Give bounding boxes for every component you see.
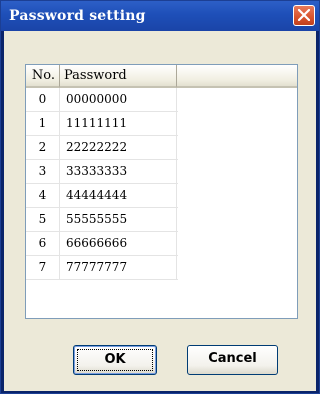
row-password: 66666666 [60, 232, 177, 255]
table-row[interactable]: 1 11111111 [26, 112, 178, 136]
password-setting-dialog: Password setting No. Password 0 00000000… [0, 0, 320, 394]
row-number: 6 [26, 232, 60, 255]
table-row[interactable]: 6 66666666 [26, 232, 178, 256]
row-number: 4 [26, 184, 60, 207]
row-number: 2 [26, 136, 60, 159]
row-password: 11111111 [60, 112, 177, 135]
password-list[interactable]: No. Password 0 00000000 1 11111111 2 222… [25, 64, 298, 319]
row-password: 77777777 [60, 256, 177, 279]
cancel-button[interactable]: Cancel [187, 345, 278, 375]
ok-button-label: OK [77, 349, 153, 371]
list-rows: 0 00000000 1 11111111 2 22222222 3 33333… [26, 88, 178, 280]
row-password: 44444444 [60, 184, 177, 207]
row-number: 0 [26, 88, 60, 111]
close-icon [298, 9, 310, 21]
close-button[interactable] [293, 5, 315, 26]
row-number: 1 [26, 112, 60, 135]
row-password: 22222222 [60, 136, 177, 159]
window-title: Password setting [9, 8, 146, 24]
row-number: 3 [26, 160, 60, 183]
row-password: 00000000 [60, 88, 177, 111]
row-number: 7 [26, 256, 60, 279]
column-header-filler [177, 65, 297, 88]
row-password: 55555555 [60, 208, 177, 231]
title-bar[interactable]: Password setting [1, 1, 319, 31]
table-row[interactable]: 7 77777777 [26, 256, 178, 280]
column-header-no[interactable]: No. [26, 65, 60, 88]
dialog-body: No. Password 0 00000000 1 11111111 2 222… [4, 31, 316, 391]
row-number: 5 [26, 208, 60, 231]
table-row[interactable]: 0 00000000 [26, 88, 178, 112]
table-row[interactable]: 5 55555555 [26, 208, 178, 232]
row-password: 33333333 [60, 160, 177, 183]
table-row[interactable]: 2 22222222 [26, 136, 178, 160]
table-row[interactable]: 4 44444444 [26, 184, 178, 208]
ok-button[interactable]: OK [73, 345, 157, 375]
table-row[interactable]: 3 33333333 [26, 160, 178, 184]
column-header-password[interactable]: Password [60, 65, 177, 88]
